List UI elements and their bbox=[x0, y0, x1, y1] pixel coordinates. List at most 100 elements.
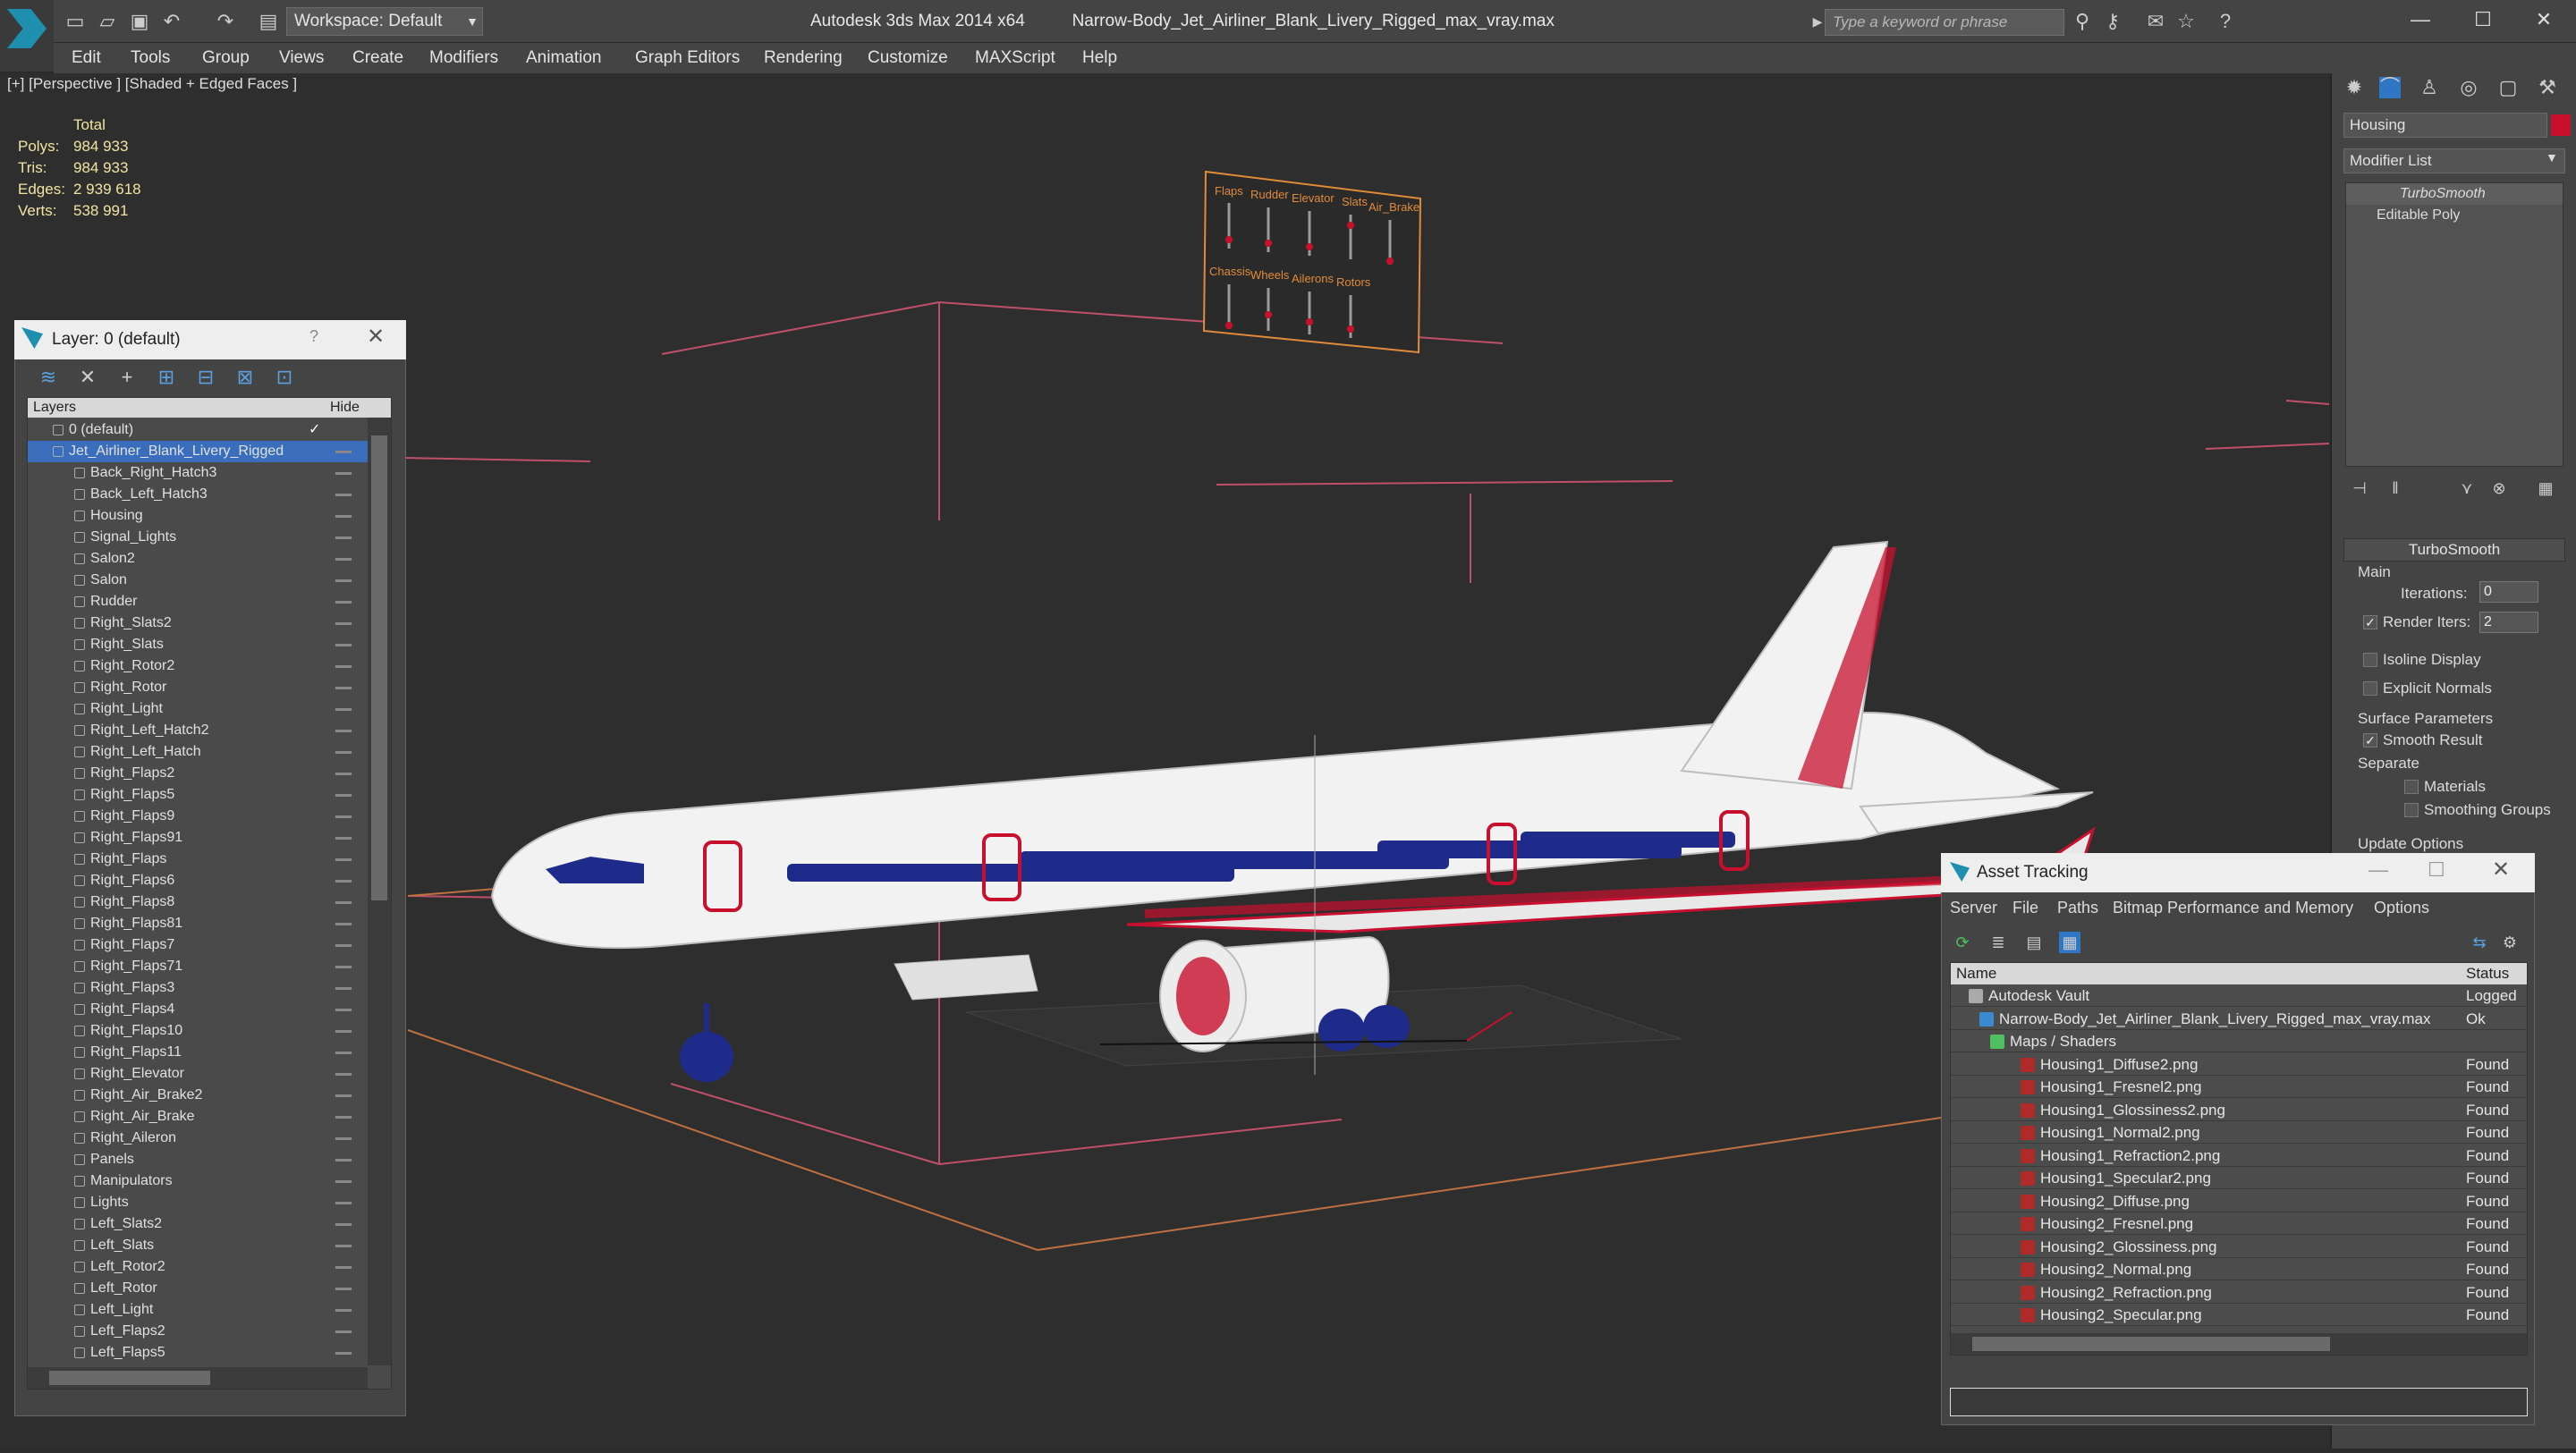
close-icon[interactable]: ✕ bbox=[2517, 4, 2571, 36]
hide-toggle[interactable] bbox=[335, 1116, 352, 1119]
layer-row[interactable]: Panels bbox=[28, 1149, 391, 1170]
col-status[interactable]: Status bbox=[2466, 963, 2509, 984]
layer-row[interactable]: Right_Flaps9 bbox=[28, 806, 391, 827]
current-layer-check-icon[interactable]: ✓ bbox=[309, 419, 320, 441]
hide-toggle[interactable] bbox=[335, 1137, 352, 1140]
render-iters-checkbox[interactable]: ✓ bbox=[2363, 615, 2377, 629]
render-iters-spinner[interactable]: 2 bbox=[2479, 612, 2538, 633]
layer-row[interactable]: Salon bbox=[28, 570, 391, 591]
layer-row[interactable]: Right_Aileron bbox=[28, 1128, 391, 1149]
hide-all-icon[interactable]: ⊠ bbox=[234, 367, 256, 388]
new-file-icon[interactable]: ▭ bbox=[64, 11, 86, 32]
layer-row[interactable]: Housing bbox=[28, 505, 391, 527]
asset-row[interactable]: Housing1_Diffuse2.png Found bbox=[1951, 1053, 2527, 1076]
communication-icon[interactable]: ✉ bbox=[2145, 11, 2166, 32]
menu-tools[interactable]: Tools bbox=[131, 43, 170, 73]
hide-toggle[interactable] bbox=[335, 773, 352, 775]
hide-toggle[interactable] bbox=[335, 1352, 352, 1355]
show-end-result-icon[interactable]: ‖ bbox=[2385, 477, 2406, 499]
add-selected-icon[interactable]: + bbox=[116, 367, 138, 388]
close-icon[interactable]: ✕ bbox=[367, 324, 385, 350]
layer-row[interactable]: Right_Flaps81 bbox=[28, 913, 391, 934]
create-tab-icon[interactable]: ✹ bbox=[2343, 77, 2365, 98]
asset-row[interactable]: Housing1_Normal2.png Found bbox=[1951, 1121, 2527, 1144]
layer-window-titlebar[interactable]: Layer: 0 (default) bbox=[14, 320, 406, 359]
hide-toggle[interactable] bbox=[335, 794, 352, 797]
vault-options-icon[interactable]: ⚙ bbox=[2499, 932, 2521, 953]
hide-toggle[interactable] bbox=[335, 601, 352, 604]
hide-toggle[interactable] bbox=[335, 1009, 352, 1011]
hide-toggle[interactable] bbox=[335, 687, 352, 689]
layer-row[interactable]: Left_Rotor2 bbox=[28, 1256, 391, 1278]
help-icon[interactable]: ? bbox=[2215, 11, 2236, 32]
asset-menu-server[interactable]: Server bbox=[1950, 894, 1997, 921]
layer-row[interactable]: Right_Flaps6 bbox=[28, 870, 391, 891]
layer-row[interactable]: Right_Flaps91 bbox=[28, 827, 391, 849]
menu-graph-editors[interactable]: Graph Editors bbox=[635, 43, 740, 73]
binoculars-icon[interactable]: ⚲ bbox=[2072, 11, 2093, 32]
app-logo[interactable] bbox=[0, 0, 54, 72]
asset-row[interactable]: Narrow-Body_Jet_Airliner_Blank_Livery_Ri… bbox=[1951, 1008, 2527, 1030]
asset-menu-options[interactable]: Options bbox=[2374, 894, 2429, 921]
hide-toggle[interactable] bbox=[335, 1202, 352, 1204]
minimize-icon[interactable]: — bbox=[2368, 858, 2388, 882]
layer-row[interactable]: Right_Rotor2 bbox=[28, 655, 391, 677]
hide-toggle[interactable] bbox=[335, 536, 352, 539]
explicit-normals-checkbox[interactable] bbox=[2363, 681, 2377, 696]
stack-item-turbosmooth[interactable]: TurboSmooth bbox=[2346, 183, 2563, 205]
search-input[interactable]: Type a keyword or phrase bbox=[1825, 9, 2064, 36]
col-name[interactable]: Name bbox=[1956, 963, 1996, 984]
hide-toggle[interactable] bbox=[335, 901, 352, 904]
layer-row[interactable]: Right_Air_Brake bbox=[28, 1106, 391, 1128]
layer-row[interactable]: Left_Flaps2 bbox=[28, 1321, 391, 1342]
turbosmooth-rollout-header[interactable]: TurboSmooth bbox=[2343, 538, 2565, 562]
hide-toggle[interactable] bbox=[335, 880, 352, 883]
make-unique-icon[interactable]: ⋎ bbox=[2456, 477, 2478, 499]
hide-toggle[interactable] bbox=[335, 858, 352, 861]
hide-toggle[interactable] bbox=[335, 1309, 352, 1312]
hide-toggle[interactable] bbox=[335, 708, 352, 711]
object-color-swatch[interactable] bbox=[2551, 114, 2571, 136]
hide-toggle[interactable] bbox=[335, 1094, 352, 1097]
hide-toggle[interactable] bbox=[335, 622, 352, 625]
layer-row[interactable]: Right_Flaps10 bbox=[28, 1020, 391, 1042]
layer-row[interactable]: Left_Light bbox=[28, 1299, 391, 1321]
stack-item-editable-poly[interactable]: Editable Poly bbox=[2346, 205, 2563, 226]
project-folder-icon[interactable]: ▤ bbox=[258, 11, 279, 32]
asset-horizontal-scrollbar[interactable] bbox=[1951, 1333, 2527, 1355]
hierarchy-tab-icon[interactable]: ♙ bbox=[2419, 77, 2440, 98]
layer-vertical-scrollbar[interactable] bbox=[368, 418, 391, 1365]
asset-menu-file[interactable]: File bbox=[2012, 894, 2038, 921]
menu-group[interactable]: Group bbox=[202, 43, 250, 73]
object-name-field[interactable]: Housing bbox=[2343, 113, 2547, 138]
menu-customize[interactable]: Customize bbox=[868, 43, 948, 73]
asset-menu-paths[interactable]: Paths bbox=[2057, 894, 2098, 921]
menu-modifiers[interactable]: Modifiers bbox=[429, 43, 498, 73]
asset-row[interactable]: Autodesk Vault Logged bbox=[1951, 984, 2527, 1007]
delete-layer-icon[interactable]: ✕ bbox=[77, 367, 98, 388]
layer-row[interactable]: Back_Left_Hatch3 bbox=[28, 484, 391, 505]
modifier-list-dropdown[interactable]: Modifier List bbox=[2343, 148, 2565, 173]
utilities-tab-icon[interactable]: ⚒ bbox=[2537, 77, 2558, 98]
save-icon[interactable]: ▣ bbox=[129, 11, 150, 32]
table-view-icon[interactable]: ▦ bbox=[2059, 932, 2080, 953]
freeze-all-icon[interactable]: ⊡ bbox=[274, 367, 295, 388]
hide-toggle[interactable] bbox=[335, 1030, 352, 1033]
hide-toggle[interactable] bbox=[335, 944, 352, 947]
layer-row[interactable]: Right_Air_Brake2 bbox=[28, 1085, 391, 1106]
asset-path-field[interactable] bbox=[1950, 1388, 2528, 1416]
asset-row[interactable]: Maps / Shaders bbox=[1951, 1030, 2527, 1052]
hide-toggle[interactable] bbox=[335, 494, 352, 496]
menu-views[interactable]: Views bbox=[279, 43, 324, 73]
layer-row[interactable]: Right_Left_Hatch2 bbox=[28, 720, 391, 741]
asset-menu-bitmap-performance[interactable]: Bitmap Performance and Memory bbox=[2113, 894, 2353, 921]
remove-modifier-icon[interactable]: ⊗ bbox=[2488, 477, 2510, 499]
layer-horizontal-scrollbar[interactable] bbox=[28, 1367, 368, 1389]
hide-toggle[interactable] bbox=[335, 451, 352, 453]
hide-toggle[interactable] bbox=[335, 558, 352, 561]
chevron-down-icon[interactable]: ▼ bbox=[2546, 150, 2558, 165]
layer-row[interactable]: Right_Elevator bbox=[28, 1063, 391, 1085]
asset-row[interactable]: Housing2_Refraction.png Found bbox=[1951, 1281, 2527, 1304]
hide-toggle[interactable] bbox=[335, 751, 352, 754]
layer-row[interactable]: Right_Flaps71 bbox=[28, 956, 391, 977]
